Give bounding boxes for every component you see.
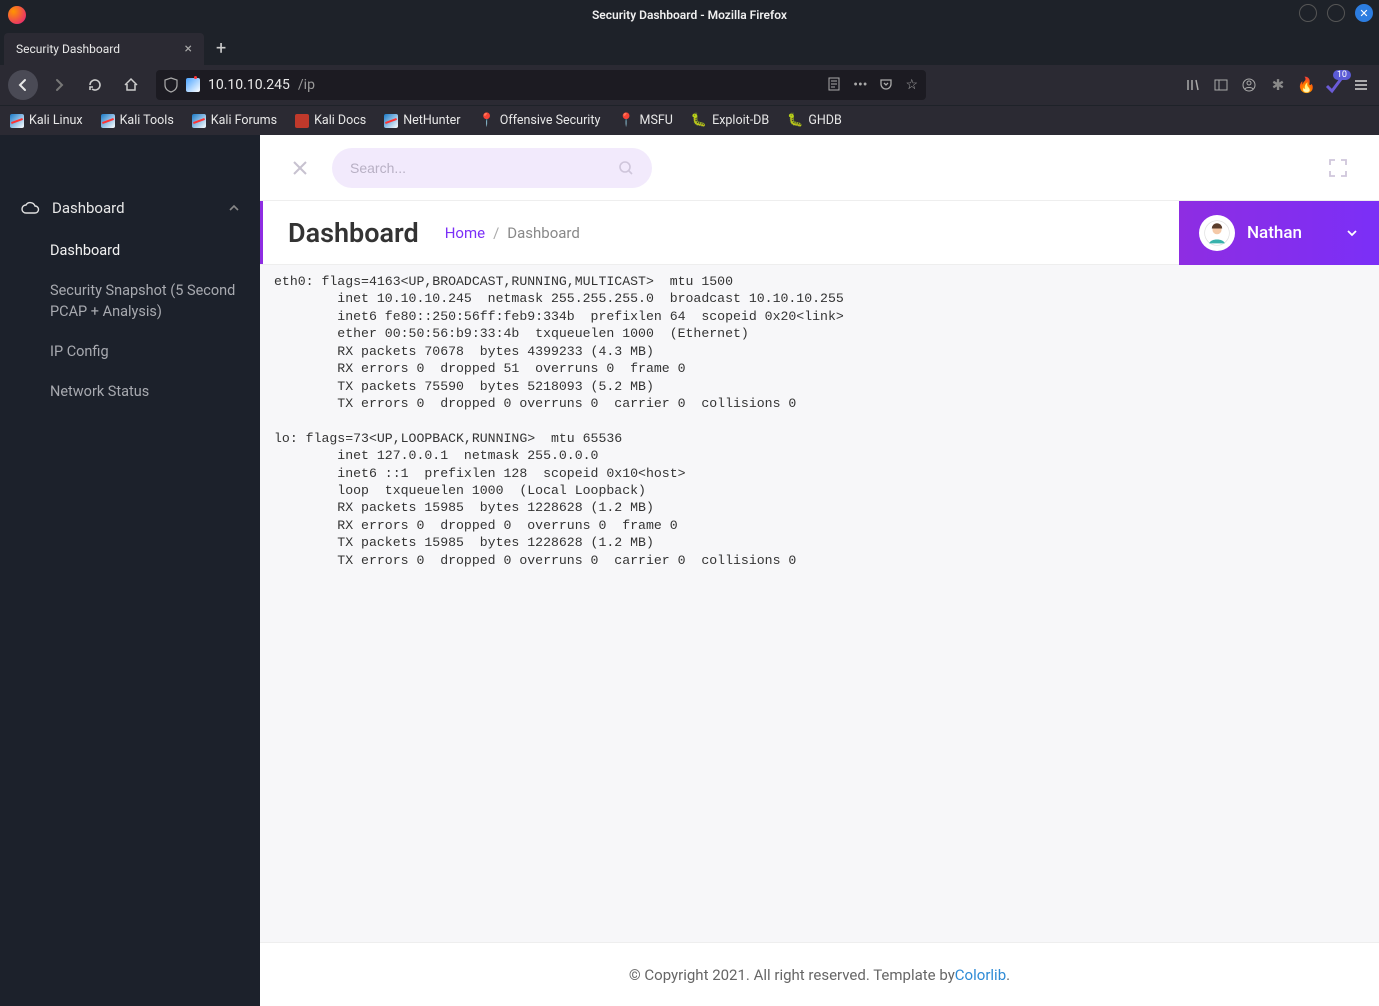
sidebar-toggle-icon[interactable] xyxy=(1213,77,1231,93)
kali-icon xyxy=(192,114,206,128)
search-icon xyxy=(618,160,634,176)
account-icon[interactable] xyxy=(1241,77,1259,93)
bookmark-nethunter[interactable]: NetHunter xyxy=(384,113,460,128)
breadcrumb-current: Dashboard xyxy=(507,224,580,242)
sidebar-item-security-snapshot[interactable]: Security Snapshot (5 Second PCAP + Analy… xyxy=(50,271,242,332)
extension-icon-1[interactable]: ✱ xyxy=(1269,76,1287,94)
footer-link[interactable]: Colorlib xyxy=(955,966,1006,984)
bookmark-msfu[interactable]: 📍MSFU xyxy=(618,113,673,128)
sidebar-item-ip-config[interactable]: IP Config xyxy=(50,332,242,372)
tab-close-icon[interactable]: × xyxy=(185,41,192,57)
home-button[interactable] xyxy=(116,70,146,100)
ifconfig-output: eth0: flags=4163<UP,BROADCAST,RUNNING,MU… xyxy=(274,273,1365,569)
extension-icon-2[interactable]: 🔥 xyxy=(1297,76,1315,94)
user-menu[interactable]: Nathan xyxy=(1179,201,1379,265)
tracking-shield-icon[interactable] xyxy=(164,77,178,93)
tab-label: Security Dashboard xyxy=(16,42,120,56)
reader-mode-icon[interactable] xyxy=(827,77,841,93)
page-title: Dashboard xyxy=(260,217,419,249)
app-content: Dashboard Home / Dashboard Nathan eth0: … xyxy=(260,135,1379,1006)
page-header: Dashboard Home / Dashboard Nathan xyxy=(260,201,1379,265)
new-tab-button[interactable]: + xyxy=(204,38,238,65)
chevron-down-icon xyxy=(1345,228,1359,238)
url-host: 10.10.10.245 xyxy=(208,77,290,93)
pin-icon: 📍 xyxy=(479,113,495,128)
bookmark-kali-docs[interactable]: Kali Docs xyxy=(295,113,366,128)
site-identity-icon[interactable] xyxy=(186,78,200,92)
book-icon: 🐛 xyxy=(691,113,707,128)
url-path: /ip xyxy=(298,77,315,93)
extension-icon-3[interactable]: 10 xyxy=(1325,76,1343,94)
docs-icon xyxy=(295,114,309,128)
browser-tab[interactable]: Security Dashboard × xyxy=(4,33,204,65)
browser-tab-bar: Security Dashboard × + xyxy=(0,29,1379,65)
library-icon[interactable] xyxy=(1185,77,1203,93)
url-bar[interactable]: 10.10.10.245/ip ••• ☆ xyxy=(156,70,926,100)
extension-badge: 10 xyxy=(1333,70,1351,80)
window-titlebar: Security Dashboard - Mozilla Firefox ✕ xyxy=(0,0,1379,29)
footer-dot: . xyxy=(1006,966,1010,984)
sidebar-item-dashboard[interactable]: Dashboard xyxy=(50,231,242,271)
bookmark-kali-tools[interactable]: Kali Tools xyxy=(101,113,174,128)
bookmark-exploit-db[interactable]: 🐛Exploit-DB xyxy=(691,113,769,128)
window-maximize-button[interactable] xyxy=(1327,4,1345,22)
kali-icon xyxy=(384,114,398,128)
back-button[interactable] xyxy=(8,70,38,100)
browser-nav-bar: 10.10.10.245/ip ••• ☆ ✱ 🔥 10 xyxy=(0,65,1379,105)
page-actions-icon[interactable]: ••• xyxy=(853,77,867,93)
forward-button[interactable] xyxy=(44,70,74,100)
breadcrumb-home[interactable]: Home xyxy=(445,224,485,242)
kali-icon xyxy=(101,114,115,128)
app-sidebar: Dashboard Dashboard Security Snapshot (5… xyxy=(0,135,260,1006)
book-icon: 🐛 xyxy=(787,113,803,128)
sidebar-group-label: Dashboard xyxy=(52,199,125,217)
pin-icon: 📍 xyxy=(618,113,634,128)
bookmark-ghdb[interactable]: 🐛GHDB xyxy=(787,113,842,128)
bookmark-kali-forums[interactable]: Kali Forums xyxy=(192,113,277,128)
bookmark-kali-linux[interactable]: Kali Linux xyxy=(10,113,83,128)
bookmark-offensive-security[interactable]: 📍Offensive Security xyxy=(479,113,601,128)
page-body: eth0: flags=4163<UP,BROADCAST,RUNNING,MU… xyxy=(260,265,1379,942)
kali-icon xyxy=(10,114,24,128)
hamburger-menu-icon[interactable] xyxy=(1353,77,1371,93)
chevron-up-icon xyxy=(228,204,240,212)
sidebar-item-network-status[interactable]: Network Status xyxy=(50,372,242,412)
app-topbar xyxy=(260,135,1379,201)
close-sidebar-button[interactable] xyxy=(290,158,310,178)
fullscreen-icon[interactable] xyxy=(1327,157,1349,179)
footer-text: © Copyright 2021. All right reserved. Te… xyxy=(629,966,955,984)
window-title: Security Dashboard - Mozilla Firefox xyxy=(592,8,787,22)
firefox-logo-icon xyxy=(8,6,26,24)
breadcrumb: Home / Dashboard xyxy=(445,224,580,242)
reload-button[interactable] xyxy=(80,70,110,100)
avatar xyxy=(1199,215,1235,251)
bookmarks-toolbar: Kali Linux Kali Tools Kali Forums Kali D… xyxy=(0,105,1379,135)
bookmark-star-icon[interactable]: ☆ xyxy=(905,77,918,93)
pocket-icon[interactable] xyxy=(879,77,893,93)
window-close-button[interactable]: ✕ xyxy=(1355,4,1373,22)
cloud-icon xyxy=(20,200,40,216)
search-box[interactable] xyxy=(332,148,652,188)
user-name: Nathan xyxy=(1247,223,1302,243)
search-input[interactable] xyxy=(350,160,618,176)
page-footer: © Copyright 2021. All right reserved. Te… xyxy=(260,942,1379,1006)
breadcrumb-sep: / xyxy=(493,224,499,242)
sidebar-group-dashboard[interactable]: Dashboard xyxy=(0,185,260,231)
window-minimize-button[interactable] xyxy=(1299,4,1317,22)
